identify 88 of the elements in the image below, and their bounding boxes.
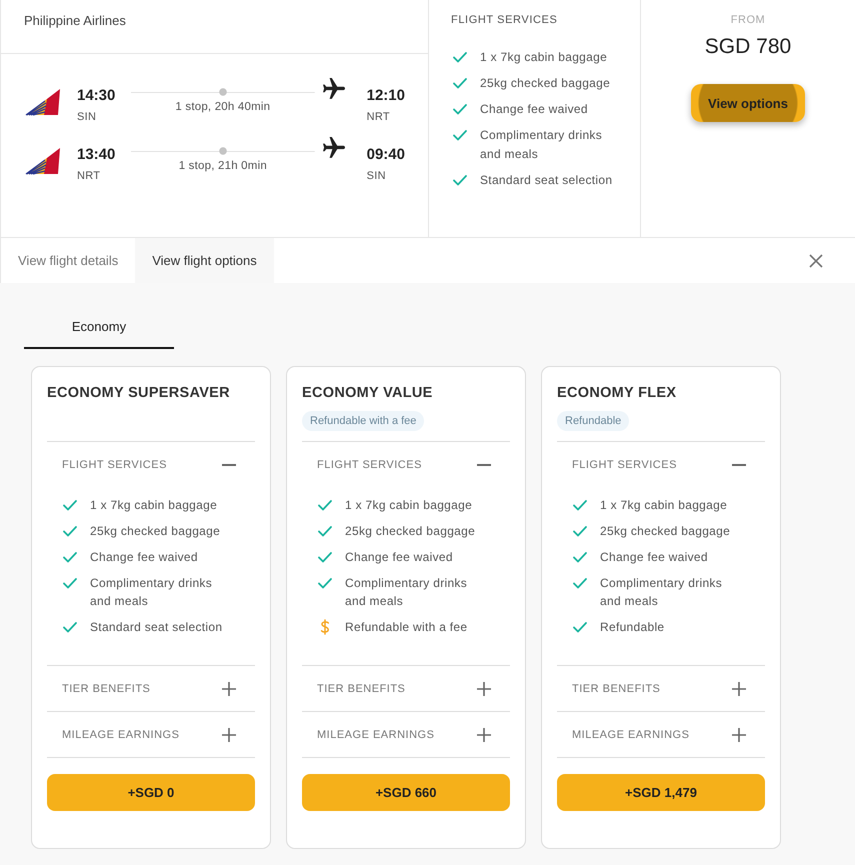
minus-icon [222,464,236,466]
section-toggle[interactable]: TIER BENEFITS [47,666,255,711]
price-button[interactable]: +SGD 660 [302,774,510,811]
check-icon [63,500,77,511]
service-text: Refundable [600,619,664,636]
cabin-tab[interactable]: Economy [24,305,174,349]
service-text: 1 x 7kg cabin baggage [90,497,218,514]
section-toggle[interactable]: TIER BENEFITS [557,666,765,711]
section-toggle[interactable]: FLIGHT SERVICES [47,442,255,487]
plus-icon [222,682,236,696]
service-text: 1 x 7kg cabin baggage [480,49,608,66]
arrival-airport: NRT [366,110,390,124]
check-icon [573,500,587,511]
check-icon [453,175,467,186]
airline-name: Philippine Airlines [24,13,126,28]
check-icon [453,78,467,89]
check-icon [318,526,332,537]
refund-tag: Refundable [557,411,630,431]
check-icon [63,578,77,589]
departure-time: 14:30 [77,86,116,106]
service-text: Change fee waived [90,549,198,566]
service-text: 1 x 7kg cabin baggage [345,497,472,514]
check-icon [63,622,77,633]
check-icon [318,500,332,511]
airline-logo-icon [25,147,61,175]
check-icon [453,130,467,141]
service-text: Standard seat selection [480,172,612,189]
plus-icon [477,728,491,742]
arrival-time: 09:40 [366,145,405,165]
fare-name: ECONOMY SUPERSAVER [47,384,230,402]
airplane-icon [322,137,345,159]
plus-icon [477,682,491,696]
plus-icon [732,728,746,742]
close-icon [809,254,823,268]
check-icon [63,526,77,537]
check-icon [318,552,332,563]
view-options-button[interactable]: View options [691,84,805,122]
check-icon [318,578,332,589]
check-icon [573,552,587,563]
stop-duration: 1 stop, 21h 0min [178,159,267,173]
price-amount: SGD 780 [704,34,792,60]
plus-icon [732,682,746,696]
check-icon [453,52,467,63]
service-text: Standard seat selection [90,619,222,636]
service-text: 25kg checked baggage [480,75,610,92]
service-text: Refundable with a fee [345,619,468,636]
airplane-icon [322,78,345,100]
price-button[interactable]: +SGD 0 [47,774,255,811]
fare-name: ECONOMY FLEX [557,384,676,402]
arrival-time: 12:10 [366,86,405,106]
plus-icon [222,728,236,742]
service-text: Change fee waived [345,549,453,566]
check-icon [63,552,77,563]
fare-name: ECONOMY VALUE [302,384,433,402]
check-icon [573,622,587,633]
service-text: Change fee waived [600,549,708,566]
price-label: FROM [730,13,766,27]
service-text: 25kg checked baggage [90,523,220,540]
section-toggle[interactable]: MILEAGE EARNINGS [302,712,510,757]
stop-duration: 1 stop, 20h 40min [175,100,270,114]
check-icon [573,526,587,537]
service-text: Complimentary drinks and meals [600,575,724,610]
airline-logo-icon [25,88,61,116]
section-toggle[interactable]: FLIGHT SERVICES [302,442,510,487]
check-icon [573,578,587,589]
section-toggle[interactable]: MILEAGE EARNINGS [47,712,255,757]
arrival-airport: SIN [366,169,386,183]
section-toggle[interactable]: MILEAGE EARNINGS [557,712,765,757]
services-heading: FLIGHT SERVICES [451,13,558,27]
tab[interactable]: View flight options [135,238,274,283]
price-button[interactable]: +SGD 1,479 [557,774,765,811]
section-toggle[interactable]: TIER BENEFITS [302,666,510,711]
service-text: Complimentary drinks and meals [480,127,604,163]
service-text: 25kg checked baggage [345,523,476,540]
refund-tag: Refundable with a fee [302,411,424,431]
service-text: Complimentary drinks and meals [90,575,214,610]
minus-icon [732,464,746,466]
dollar-icon [320,619,330,635]
service-text: 1 x 7kg cabin baggage [600,497,728,514]
departure-airport: NRT [77,169,100,183]
service-text: 25kg checked baggage [600,523,730,540]
section-toggle[interactable]: FLIGHT SERVICES [557,442,765,487]
minus-icon [477,464,491,466]
departure-time: 13:40 [77,145,116,165]
departure-airport: SIN [77,110,96,124]
check-icon [453,104,467,115]
service-text: Complimentary drinks and meals [345,575,468,610]
service-text: Change fee waived [480,101,588,118]
